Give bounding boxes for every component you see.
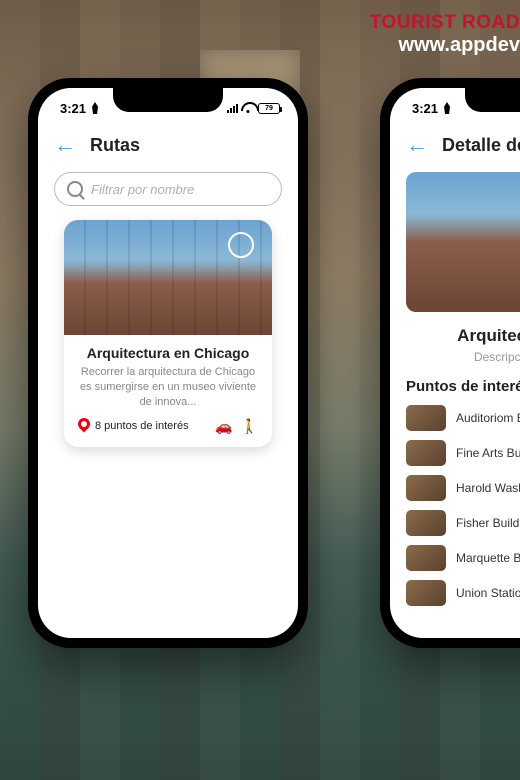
car-icon: 🚗: [215, 418, 232, 435]
poi-name: Union Station: [456, 586, 520, 600]
flame-icon: [442, 102, 452, 114]
page-title: Rutas: [90, 135, 140, 156]
status-time: 3:21: [60, 101, 86, 116]
poi-list-item[interactable]: Marquette Building: [406, 545, 520, 571]
back-button[interactable]: ←: [406, 134, 428, 156]
poi-count-label: 8 puntos de interés: [95, 420, 189, 432]
poi-thumbnail: [406, 440, 446, 466]
route-hero-image: [406, 172, 520, 312]
poi-list-item[interactable]: Harold Washington Li: [406, 475, 520, 501]
search-input[interactable]: [91, 182, 269, 197]
search-field[interactable]: [54, 172, 282, 206]
poi-name: Fisher Building: [456, 516, 520, 530]
wifi-icon: [241, 103, 255, 113]
poi-thumbnail: [406, 405, 446, 431]
banner-url: www.appdev: [370, 34, 520, 57]
poi-name: Auditoriom Building: [456, 411, 520, 425]
poi-name: Marquette Building: [456, 551, 520, 565]
poi-count: 8 puntos de interés: [78, 418, 189, 434]
poi-name: Harold Washington Li: [456, 481, 520, 495]
battery-icon: 79: [258, 103, 280, 114]
phone-notch: [113, 88, 223, 112]
flame-icon: [90, 102, 100, 114]
route-card-title: Arquitectura en Chicago: [78, 345, 258, 361]
status-time: 3:21: [412, 101, 438, 116]
poi-thumbnail: [406, 545, 446, 571]
poi-thumbnail: [406, 580, 446, 606]
poi-list-item[interactable]: Fine Arts Building: [406, 440, 520, 466]
page-title: Detalle de ruta: [442, 135, 520, 156]
route-detail-title: Arquitectura en: [406, 326, 520, 346]
phone-mockup-routes: 3:21 79 ← Rutas Arquitectura en Chicago …: [28, 78, 308, 648]
back-button[interactable]: ←: [54, 134, 76, 156]
signal-icon: [227, 103, 238, 113]
poi-thumbnail: [406, 510, 446, 536]
poi-list-item[interactable]: Union Station: [406, 580, 520, 606]
poi-list: Auditoriom Building Fine Arts Building H…: [390, 405, 520, 606]
screen-header: ← Detalle de ruta: [390, 128, 520, 168]
poi-list-item[interactable]: Auditoriom Building: [406, 405, 520, 431]
promo-banner: TOURIST ROAD www.appdev: [370, 12, 520, 57]
banner-title: TOURIST ROAD: [370, 12, 520, 34]
pin-icon: [78, 418, 90, 434]
search-icon: [67, 181, 83, 197]
poi-name: Fine Arts Building: [456, 446, 520, 460]
transport-icons: 🚗 🚶: [215, 418, 258, 435]
screen-header: ← Rutas: [38, 128, 298, 168]
poi-list-item[interactable]: Fisher Building: [406, 510, 520, 536]
route-card[interactable]: Arquitectura en Chicago Recorrer la arqu…: [64, 220, 272, 447]
walk-icon: 🚶: [241, 418, 258, 435]
poi-section-heading: Puntos de interés: [406, 378, 520, 395]
route-detail-description: Descripción no di: [406, 350, 520, 364]
phone-mockup-detail: 3:21 79 ← Detalle de ruta Arquitectura e…: [380, 78, 520, 648]
route-card-image: [64, 220, 272, 335]
phone-notch: [465, 88, 520, 112]
poi-thumbnail: [406, 475, 446, 501]
route-card-description: Recorrer la arquitectura de Chicago es s…: [78, 365, 258, 410]
